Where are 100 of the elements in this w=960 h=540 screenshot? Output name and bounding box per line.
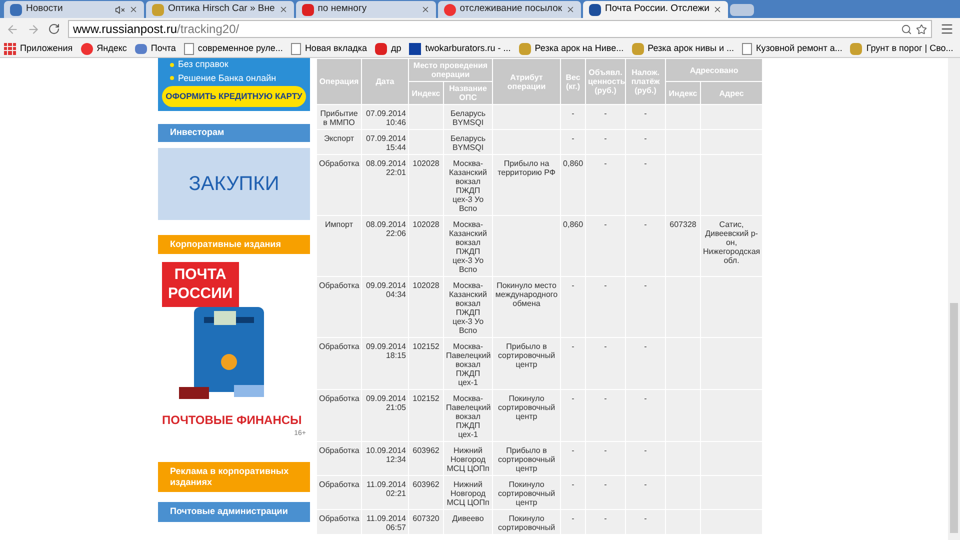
reload-icon[interactable] [48, 23, 60, 35]
star-icon[interactable] [916, 24, 927, 34]
table-cell: Обработка [319, 342, 360, 351]
table-cell: 07.09.2014 15:44 [366, 134, 406, 152]
tab-title: по немногу [318, 2, 368, 16]
magazine-logo: ПОЧТА РОССИИ [162, 262, 239, 308]
table-cell: - [572, 134, 574, 143]
table-cell: Покинуло сортировочный центр [498, 480, 556, 507]
table-cell: - [572, 394, 574, 403]
bookmark-link[interactable]: twokarburators.ru - ... [409, 42, 511, 56]
table-cell: Беларусь BYMSQI [450, 109, 486, 127]
table-cell: - [604, 159, 607, 168]
table-cell: 603962 [412, 480, 440, 489]
muted-speaker-icon[interactable] [115, 4, 125, 14]
table-cell: - [604, 109, 607, 118]
menu-icon[interactable] [940, 22, 954, 36]
address-field[interactable]: www.russianpost.ru/tracking20/ [68, 20, 932, 38]
table-cell: - [572, 446, 574, 455]
browser-tab[interactable]: отслеживание посылок [438, 1, 582, 18]
table-cell: 11.09.2014 06:57 [366, 514, 406, 532]
table-cell: - [604, 342, 607, 351]
bookmark-link[interactable]: Грунт в порог | Сво... [850, 42, 954, 56]
table-cell: - [572, 480, 574, 489]
close-icon[interactable] [278, 5, 288, 14]
table-cell: Беларусь BYMSQI [450, 134, 486, 152]
bullet-icon [170, 76, 174, 80]
browser-tab[interactable]: Новости [4, 1, 144, 18]
banner-bullet: Без справок [178, 58, 228, 71]
table-cell: 603962 [412, 446, 440, 455]
table-cell: Импорт [325, 220, 353, 229]
table-cell: 09.09.2014 18:15 [366, 342, 406, 360]
table-cell: Экспорт [324, 134, 354, 143]
close-icon[interactable] [566, 5, 576, 14]
table-cell: - [644, 134, 647, 143]
table-cell: - [604, 480, 607, 489]
tab-title: отслеживание посылок [460, 2, 562, 16]
table-cell: Покинуло сортировочный центр [498, 394, 556, 421]
table-cell: Обработка [319, 480, 360, 489]
bookmark-link[interactable]: Приложения [4, 42, 73, 56]
table-cell: - [604, 394, 607, 403]
yandex-icon [444, 4, 456, 16]
table-cell: Москва-Казанский вокзал ПЖДП цех-3 Уо Вспо [449, 281, 487, 335]
table-cell: - [644, 342, 647, 351]
credit-card-button[interactable]: ОФОРМИТЬ КРЕДИТНУЮ КАРТУ [162, 86, 306, 107]
table-cell: 08.09.2014 22:01 [366, 159, 406, 177]
table-cell: 102152 [412, 394, 440, 403]
table-cell: Прибыло в сортировочный центр [498, 342, 556, 369]
bookmark-link[interactable]: Новая вкладка [290, 42, 367, 56]
table-cell: Москва-Павелецкий вокзал ПЖДП цех-1 [446, 342, 491, 387]
table-cell: Нижний Новгород МСЦ ЦОПп [446, 480, 490, 507]
page-icon [290, 42, 301, 54]
bookmark-link[interactable]: Резка арок нивы и ... [632, 42, 734, 56]
bookmark-link[interactable]: современное руле... [184, 42, 283, 56]
magazine-title: ПОЧТОВЫЕ ФИНАНСЫ [162, 412, 302, 430]
table-cell: 0,860 [563, 159, 584, 168]
browser-tab[interactable]: Оптика Hirsch Car » Вне [146, 1, 294, 18]
table-cell: Прибыло в сортировочный центр [498, 446, 556, 473]
table-cell: 09.09.2014 21:05 [366, 394, 406, 412]
table-cell: - [572, 514, 574, 523]
bookmark-link[interactable]: Кузовной ремонт а... [742, 42, 842, 56]
table-cell: 07.09.2014 10:46 [366, 109, 406, 127]
tab-title: Новости [26, 2, 64, 16]
table-cell: Покинуло сортировочный [498, 514, 556, 532]
table-cell: Москва-Павелецкий вокзал ПЖДП цех-1 [446, 394, 491, 439]
table-cell: 0,860 [563, 220, 584, 229]
bullet-icon [170, 62, 174, 67]
table-cell: - [604, 281, 607, 290]
bookmark-link[interactable]: др [374, 42, 402, 56]
bookmark-link[interactable]: Резка арок на Ниве... [518, 42, 624, 56]
page-icon [742, 42, 752, 54]
table-cell: - [572, 109, 574, 118]
table-cell: - [572, 281, 574, 290]
browser-tab[interactable]: по немногу [296, 1, 436, 18]
close-icon[interactable] [713, 5, 722, 14]
table-cell: Обработка [319, 514, 360, 523]
close-icon[interactable] [129, 5, 138, 14]
table-cell: Нижний Новгород МСЦ ЦОПп [446, 446, 490, 473]
browser-tab[interactable]: Почта России. Отслежи [583, 1, 728, 18]
close-icon[interactable] [420, 5, 430, 14]
tab-title: Оптика Hirsch Car » Вне [168, 2, 275, 16]
mail-icon [134, 44, 147, 54]
table-cell: - [644, 109, 647, 118]
procurement-banner[interactable]: ЗАКУПКИ [158, 148, 310, 220]
table-cell: Обработка [319, 159, 360, 168]
table-cell: 11.09.2014 02:21 [366, 480, 406, 498]
table-cell: 102028 [412, 220, 440, 229]
table-cell: - [644, 220, 647, 229]
bookmark-link[interactable]: Почта [134, 42, 176, 56]
table-cell: Москва-Казанский вокзал ПЖДП цех-3 Уо Вспо [449, 159, 487, 213]
table-cell: - [604, 220, 607, 229]
search-icon [901, 24, 912, 34]
table-cell: - [604, 446, 607, 455]
table-cell: - [644, 480, 647, 489]
table-cell: - [604, 134, 607, 143]
page-icon [184, 42, 194, 54]
table-cell: - [644, 281, 647, 290]
table-cell: Обработка [319, 394, 360, 403]
table-cell: 08.09.2014 22:06 [366, 220, 406, 238]
table-cell: 607320 [412, 514, 440, 523]
bookmark-link[interactable]: Яндекс [80, 42, 127, 56]
